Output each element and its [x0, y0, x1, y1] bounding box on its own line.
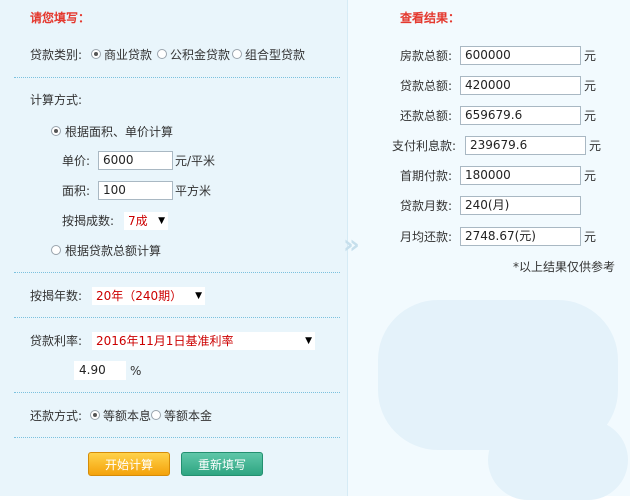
chevron-down-icon: ▼ — [305, 336, 312, 346]
repay-total-output[interactable]: 659679.6 — [460, 106, 581, 125]
rate-input[interactable]: 4.90 — [74, 361, 126, 380]
radio-by-area-price[interactable] — [51, 126, 61, 136]
divider — [14, 77, 340, 78]
interest-label: 支付利息款: — [392, 139, 457, 153]
unit-price-label: 单价: — [62, 154, 91, 168]
calculate-button[interactable]: 开始计算 — [88, 452, 170, 476]
monthly-payment-unit: 元 — [584, 230, 597, 244]
repay-total-label: 还款总额: — [400, 109, 453, 123]
mortgage-ratio-value: 7成 — [128, 214, 148, 228]
house-total-output[interactable]: 600000 — [460, 46, 581, 65]
unit-price-unit: 元/平米 — [175, 154, 216, 168]
calc-method-label: 计算方式: — [30, 93, 83, 107]
divider — [14, 317, 340, 318]
rate-select[interactable]: 2016年11月1日基准利率 ▼ — [92, 332, 315, 350]
area-input[interactable]: 100 — [98, 181, 173, 200]
unit-price-input[interactable]: 6000 — [98, 151, 173, 170]
radio-combined-loan-label[interactable]: 组合型贷款 — [245, 47, 305, 63]
house-total-unit: 元 — [584, 49, 597, 63]
radio-equal-principal-label[interactable]: 等额本金 — [164, 408, 212, 424]
interest-output[interactable]: 239679.6 — [465, 136, 586, 155]
reset-button[interactable]: 重新填写 — [181, 452, 263, 476]
months-output[interactable]: 240(月) — [460, 196, 581, 215]
years-value: 20年（240期） — [96, 289, 183, 303]
radio-equal-installment[interactable] — [90, 410, 100, 420]
form-heading: 请您填写： — [30, 11, 91, 25]
down-payment-output[interactable]: 180000 — [460, 166, 581, 185]
disclaimer-note: *以上结果仅供参考 — [513, 260, 616, 274]
divider — [14, 392, 340, 393]
divider — [14, 272, 340, 273]
radio-by-loan-total[interactable] — [51, 245, 61, 255]
loan-total-unit: 元 — [584, 79, 597, 93]
radio-commercial-loan-label[interactable]: 商业贷款 — [104, 47, 152, 63]
background-decoration — [488, 420, 628, 500]
loan-total-label: 贷款总额: — [400, 79, 453, 93]
radio-by-loan-total-label[interactable]: 根据贷款总额计算 — [65, 243, 161, 259]
years-select[interactable]: 20年（240期） ▼ — [92, 287, 205, 305]
months-label: 贷款月数: — [400, 199, 453, 213]
loan-total-output[interactable]: 420000 — [460, 76, 581, 95]
radio-combined-loan[interactable] — [232, 49, 242, 59]
interest-unit: 元 — [589, 139, 602, 153]
rate-unit: % — [130, 364, 142, 378]
chevron-down-icon: ▼ — [158, 216, 165, 226]
repay-total-unit: 元 — [584, 109, 597, 123]
area-label: 面积: — [62, 184, 91, 198]
result-panel — [347, 0, 630, 500]
chevron-right-icon: » — [343, 230, 360, 260]
radio-equal-installment-label[interactable]: 等额本息 — [103, 408, 151, 424]
rate-label: 贷款利率: — [30, 334, 83, 348]
mortgage-ratio-label: 按揭成数: — [62, 214, 115, 228]
mortgage-ratio-select[interactable]: 7成 ▼ — [124, 212, 168, 230]
radio-commercial-loan[interactable] — [91, 49, 101, 59]
down-payment-label: 首期付款: — [400, 169, 453, 183]
years-label: 按揭年数: — [30, 289, 83, 303]
radio-by-area-price-label[interactable]: 根据面积、单价计算 — [65, 124, 173, 140]
monthly-payment-output[interactable]: 2748.67(元) — [460, 227, 581, 246]
radio-provident-fund-loan[interactable] — [157, 49, 167, 59]
loan-type-label: 贷款类别: — [30, 48, 83, 62]
area-unit: 平方米 — [175, 184, 212, 198]
results-heading: 查看结果： — [400, 11, 461, 25]
down-payment-unit: 元 — [584, 169, 597, 183]
divider — [14, 437, 340, 438]
radio-provident-fund-loan-label[interactable]: 公积金贷款 — [170, 47, 230, 63]
rate-select-value: 2016年11月1日基准利率 — [96, 334, 234, 348]
chevron-down-icon: ▼ — [195, 291, 202, 301]
house-total-label: 房款总额: — [400, 49, 453, 63]
repay-method-label: 还款方式: — [30, 409, 83, 423]
radio-equal-principal[interactable] — [151, 410, 161, 420]
monthly-payment-label: 月均还款: — [400, 230, 453, 244]
